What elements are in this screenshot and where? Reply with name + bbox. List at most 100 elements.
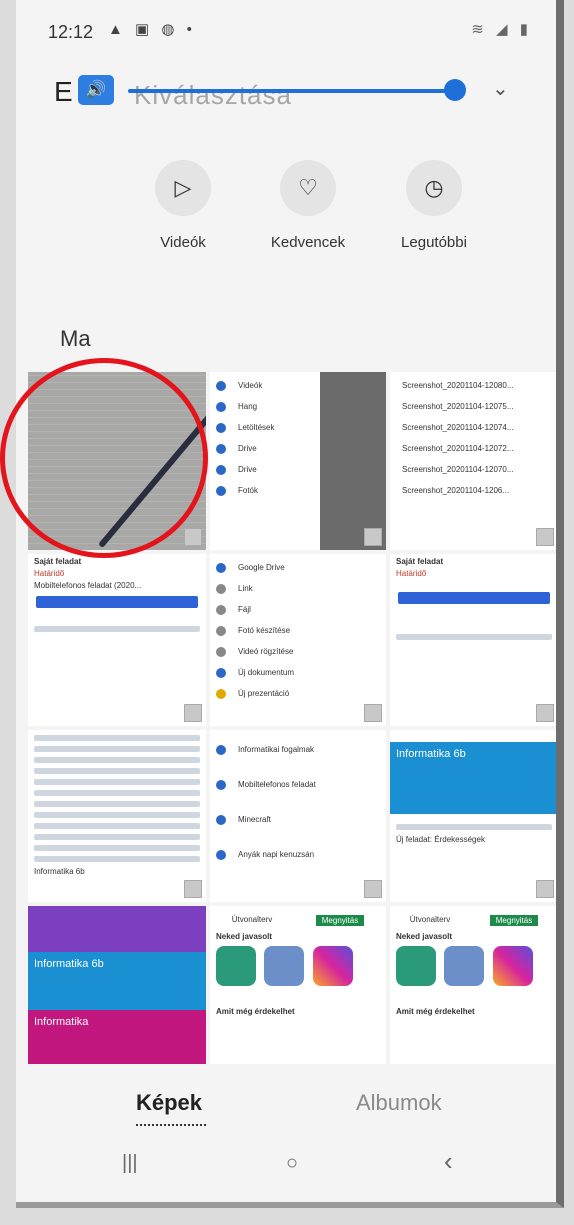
header-letter: E bbox=[54, 76, 73, 107]
thumbnail-app-suggestions-2[interactable]: Útvonalterv Megnyitás Neked javasolt Ami… bbox=[390, 906, 556, 1064]
category-favorites[interactable]: ♡ Kedvencek bbox=[253, 160, 363, 251]
suggest-header: Neked javasolt bbox=[396, 932, 453, 941]
thumbnail-class-list[interactable]: Informatika 6b Informatika bbox=[28, 906, 206, 1064]
thumbnail-assignment[interactable]: Saját feladat Határidő Mobiltelefonos fe… bbox=[28, 554, 206, 726]
menu-text: Google Drive bbox=[238, 563, 285, 572]
volume-slider-track[interactable] bbox=[128, 89, 458, 93]
menu-text: Fájl bbox=[238, 605, 251, 614]
chevron-down-icon[interactable]: ⌄ bbox=[492, 76, 509, 101]
select-checkbox[interactable] bbox=[364, 880, 382, 898]
phone-screen: 12:12 ▲ ▣ ◍ • ≋ ◢ ▮ E 🔊 Kiválasztása ⌄ ▷… bbox=[16, 0, 564, 1208]
system-nav-bar: ||| ○ ‹ bbox=[16, 1140, 556, 1200]
tab-albums[interactable]: Albumok bbox=[356, 1090, 442, 1116]
menu-text: Drive bbox=[238, 444, 257, 453]
suggest-footer: Amit még érdekelhet bbox=[396, 1007, 475, 1016]
file-name: Screenshot_20201104-12070... bbox=[402, 465, 514, 474]
suggest-header: Neked javasolt bbox=[216, 932, 273, 941]
category-label: Kedvencek bbox=[270, 234, 346, 251]
select-checkbox[interactable] bbox=[536, 528, 554, 546]
qr-app-icon bbox=[396, 946, 436, 986]
assignment-title: Saját feladat bbox=[396, 557, 444, 566]
tab-text: Megnyitás bbox=[489, 915, 539, 926]
status-bar: 12:12 ▲ ▣ ◍ • ≋ ◢ ▮ bbox=[16, 0, 556, 62]
active-tab-indicator bbox=[136, 1122, 206, 1126]
select-checkbox[interactable] bbox=[364, 528, 382, 546]
class-banner: Informatika 6b bbox=[390, 742, 556, 814]
tab-text: Megnyitás bbox=[315, 915, 365, 926]
system-icons: ≋ ◢ ▮ bbox=[471, 21, 532, 38]
select-checkbox[interactable] bbox=[184, 528, 202, 546]
task-name: Mobiltelefonos feladat bbox=[238, 780, 316, 789]
clock-icon: ◷ bbox=[406, 160, 462, 216]
category-recent[interactable]: ◷ Legutóbbi bbox=[379, 160, 489, 251]
menu-text: Fotók bbox=[238, 486, 259, 495]
menu-text: Drive bbox=[238, 465, 257, 474]
select-checkbox[interactable] bbox=[536, 704, 554, 722]
category-label: Videók bbox=[160, 234, 206, 251]
doc-text: Informatika 6b bbox=[34, 867, 85, 876]
home-icon[interactable]: ○ bbox=[286, 1152, 298, 1175]
menu-text: Link bbox=[238, 584, 253, 593]
instagram-icon bbox=[492, 946, 533, 986]
menu-text: Fotó készítése bbox=[238, 626, 291, 635]
heart-icon: ♡ bbox=[280, 160, 336, 216]
menu-text: Letöltések bbox=[238, 423, 275, 432]
thumbnail-classwork[interactable]: Informatikai fogalmak Mobiltelefonos fel… bbox=[210, 730, 386, 902]
section-title: Ma bbox=[60, 326, 91, 351]
file-name: Screenshot_20201104-12074... bbox=[402, 423, 514, 432]
words-app-icon bbox=[264, 946, 305, 986]
tab-text: Útvonalterv bbox=[231, 915, 273, 924]
file-name: Screenshot_20201104-12072... bbox=[402, 444, 514, 453]
notification-icons: ▲ ▣ ◍ • bbox=[108, 21, 196, 38]
category-videos[interactable]: ▷ Videók bbox=[128, 160, 238, 251]
file-name: Screenshot_20201104-12075... bbox=[402, 402, 514, 411]
task-name: Informatikai fogalmak bbox=[238, 745, 315, 754]
back-icon[interactable]: ‹ bbox=[444, 1146, 453, 1177]
menu-text: Hang bbox=[238, 402, 258, 411]
task-name: Anyák napi kenuzsán bbox=[238, 850, 315, 859]
speaker-icon[interactable]: 🔊 bbox=[78, 75, 114, 105]
menu-text: Videó rögzítése bbox=[238, 647, 294, 656]
pen-shape bbox=[97, 375, 206, 549]
stream-note: Új feladat: Érdekességek bbox=[396, 835, 485, 844]
menu-text: Új prezentáció bbox=[238, 689, 290, 698]
instagram-icon bbox=[312, 946, 353, 986]
file-name: Screenshot_20201104-12080... bbox=[402, 381, 514, 390]
assignment-title: Saját feladat bbox=[34, 557, 82, 566]
qr-app-icon bbox=[216, 946, 256, 986]
task-name: Minecraft bbox=[238, 815, 271, 824]
thumbnail-notebook-photo[interactable] bbox=[28, 372, 206, 550]
recents-icon[interactable]: ||| bbox=[122, 1152, 138, 1175]
select-checkbox[interactable] bbox=[536, 880, 554, 898]
words-app-icon bbox=[444, 946, 485, 986]
thumbnail-class-stream[interactable]: Informatika 6b Új feladat: Érdekességek bbox=[390, 730, 556, 902]
menu-text: Videók bbox=[238, 381, 263, 390]
select-checkbox[interactable] bbox=[184, 880, 202, 898]
thumbnail-attach-menu[interactable]: Google Drive Link Fájl Fotó készítése Vi… bbox=[210, 554, 386, 726]
thumbnail-drive-menu[interactable]: Videók Hang Letöltések Drive Drive Fotók bbox=[210, 372, 386, 550]
photo-grid: Videók Hang Letöltések Drive Drive Fotók… bbox=[16, 372, 556, 1064]
thumbnail-app-suggestions[interactable]: Útvonalterv Megnyitás Neked javasolt Ami… bbox=[210, 906, 386, 1064]
clock: 12:12 bbox=[48, 22, 94, 42]
tab-pictures[interactable]: Képek bbox=[136, 1090, 202, 1116]
thumbnail-assignment-2[interactable]: Saját feladat Határidő bbox=[390, 554, 556, 726]
menu-text: Új dokumentum bbox=[238, 668, 295, 677]
select-checkbox[interactable] bbox=[184, 704, 202, 722]
bottom-tabs: Képek Albumok bbox=[16, 1082, 556, 1132]
assignment-badge: Határidő bbox=[396, 569, 427, 578]
attachment-name: Mobiltelefonos feladat (2020... bbox=[34, 581, 142, 590]
class-banner: Informatika 6b bbox=[28, 952, 206, 1010]
assignment-badge: Határidő bbox=[34, 569, 65, 578]
thumbnail-text-document[interactable]: Informatika 6b bbox=[28, 730, 206, 902]
file-name: Screenshot_20201104-1206... bbox=[402, 486, 510, 495]
thumbnail-screenshot-list[interactable]: Screenshot_20201104-12080... Screenshot_… bbox=[390, 372, 556, 550]
video-icon: ▷ bbox=[155, 160, 211, 216]
select-checkbox[interactable] bbox=[364, 704, 382, 722]
suggest-footer: Amit még érdekelhet bbox=[216, 1007, 295, 1016]
volume-slider-thumb[interactable] bbox=[444, 79, 466, 101]
header-ghost-text: Kiválasztása bbox=[134, 80, 292, 110]
tab-text: Útvonalterv bbox=[409, 915, 451, 924]
class-banner: Informatika bbox=[28, 1010, 206, 1064]
volume-panel[interactable]: E 🔊 Kiválasztása ⌄ bbox=[16, 62, 556, 122]
category-label: Legutóbbi bbox=[401, 234, 467, 251]
